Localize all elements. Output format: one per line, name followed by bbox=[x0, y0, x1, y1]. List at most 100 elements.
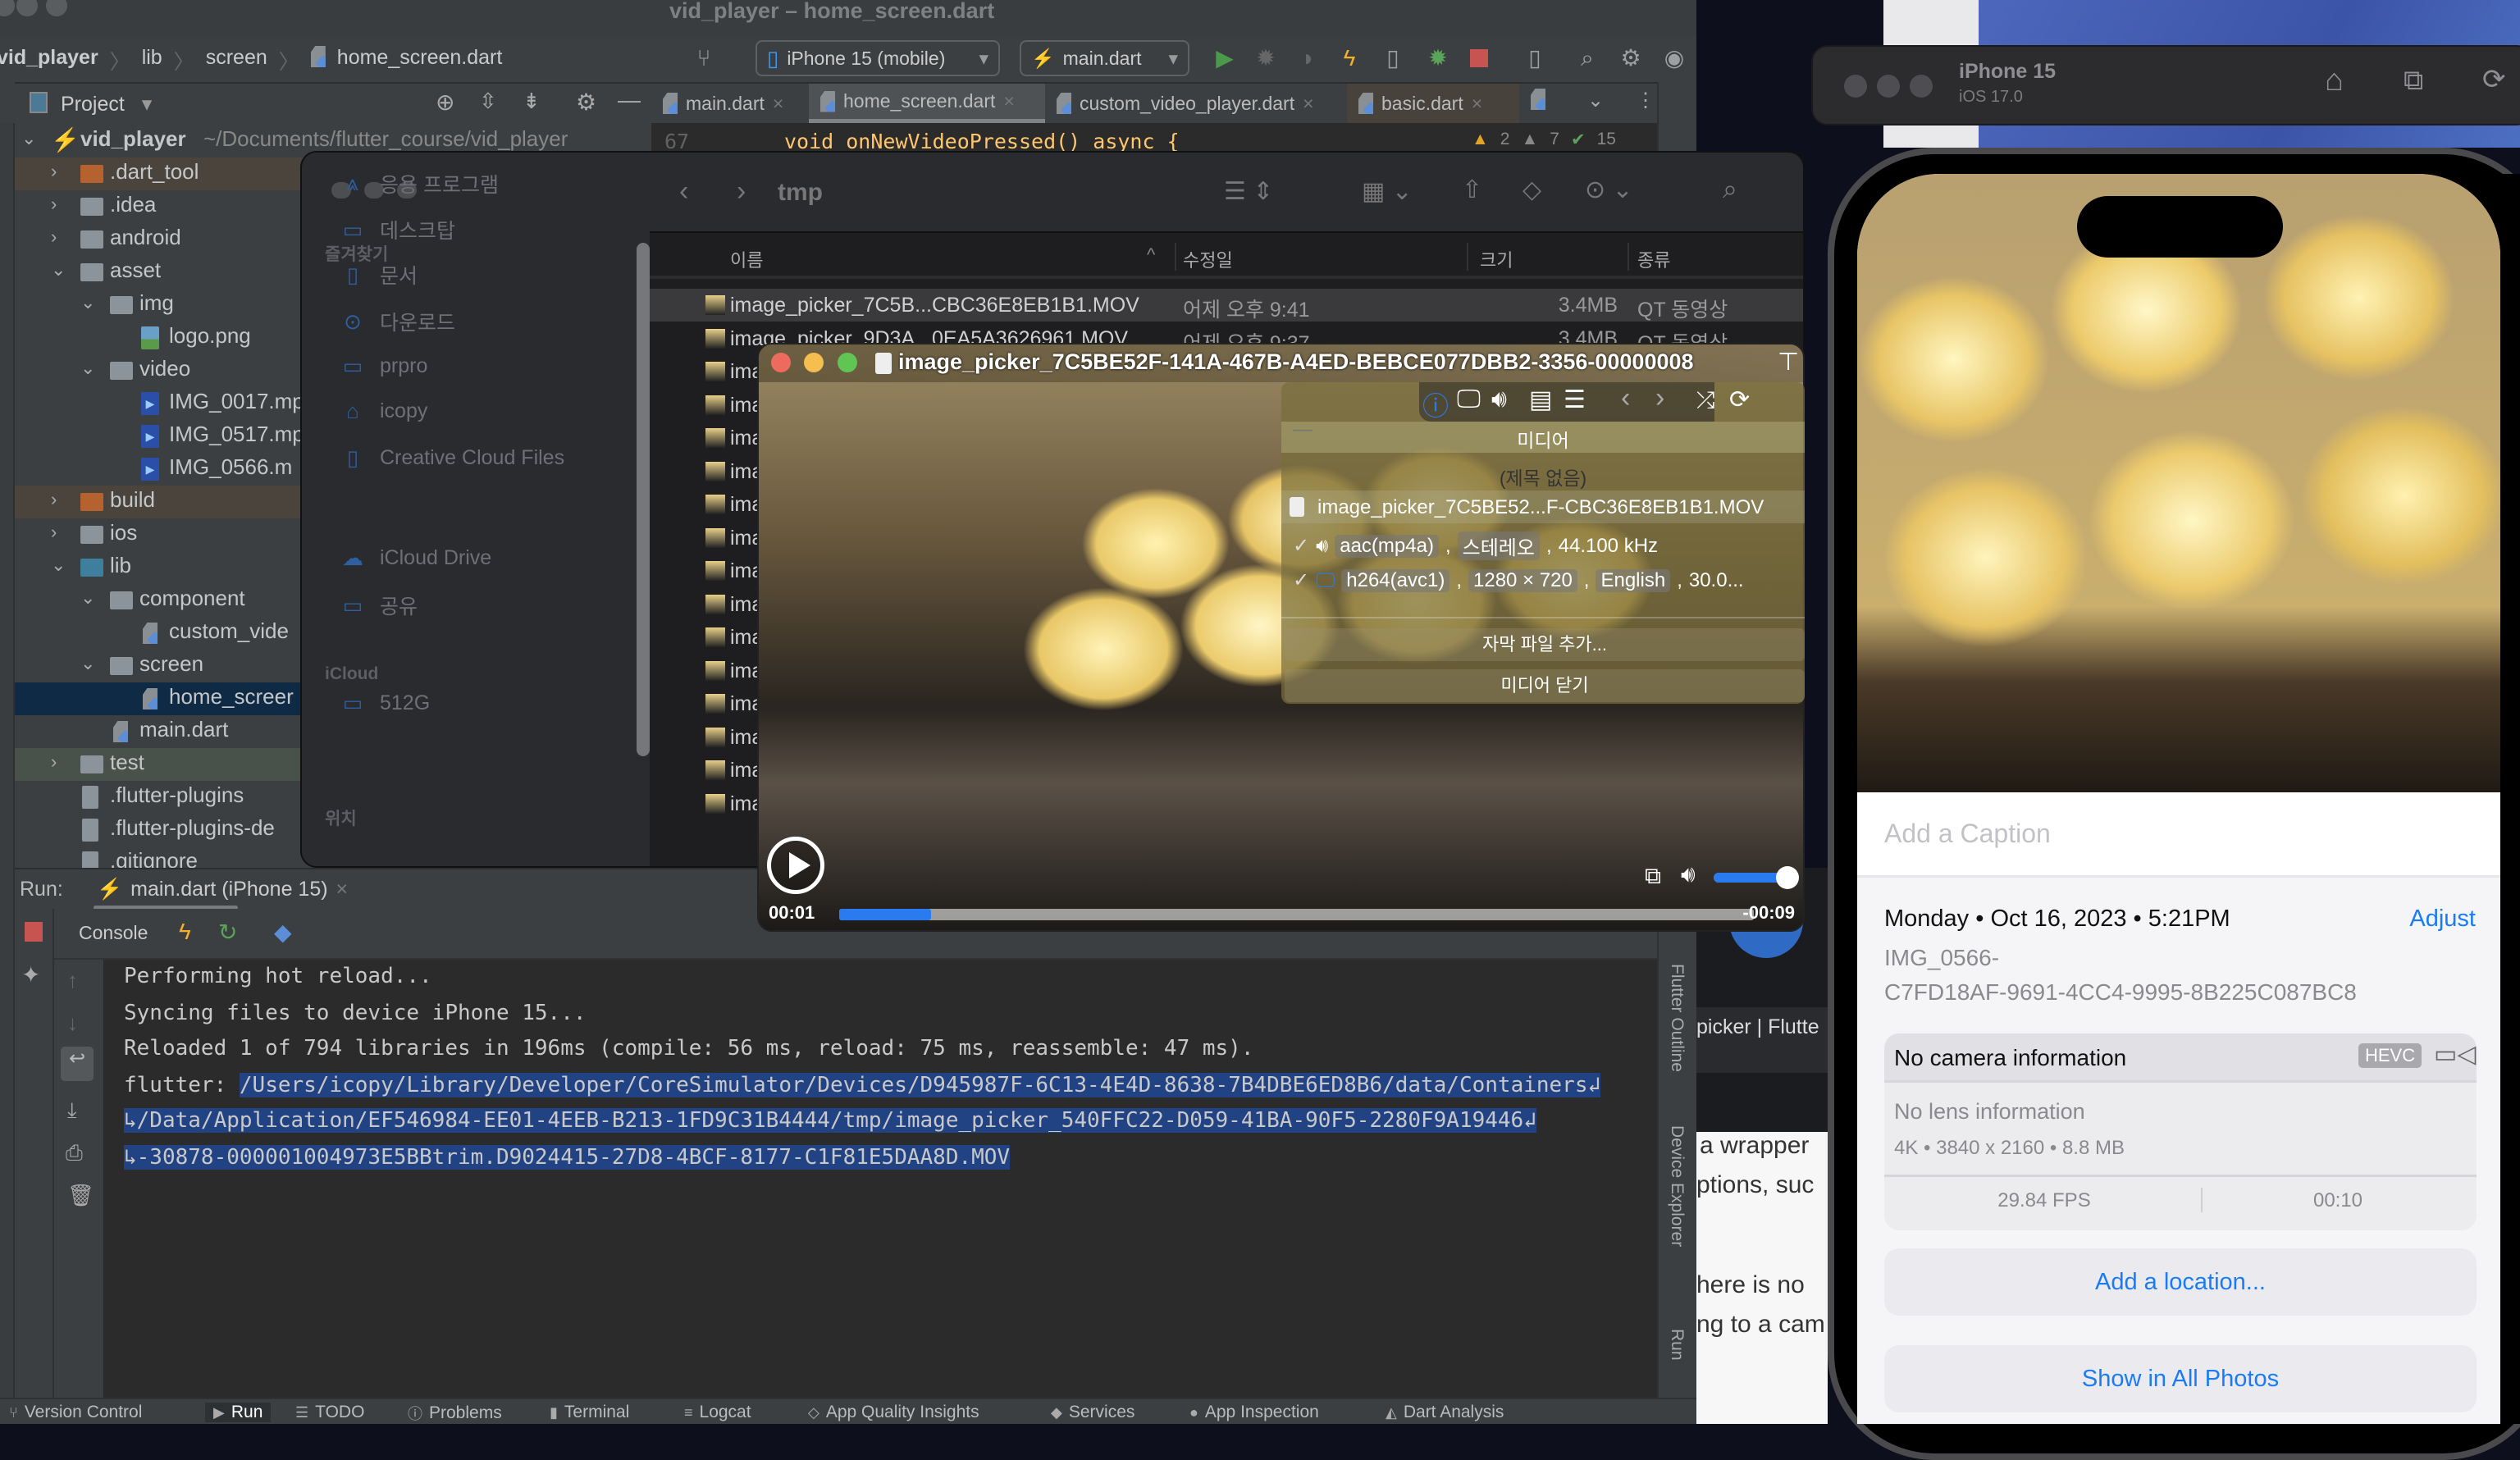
zoom-window-button[interactable] bbox=[1910, 75, 1933, 98]
console-line[interactable]: Performing hot reload... bbox=[124, 958, 432, 994]
list-view-icon[interactable]: ☰ ⇕ bbox=[1224, 177, 1273, 206]
browser-tab-title[interactable]: picker | Flutte bbox=[1696, 1015, 1819, 1039]
tool-window-todo[interactable]: ☰ TODO bbox=[295, 1403, 364, 1422]
next-icon[interactable]: › bbox=[1655, 382, 1664, 414]
device-selector[interactable]: ▯ iPhone 15 (mobile) ▾ bbox=[756, 40, 1000, 76]
console-line[interactable]: ↳-30878-000001004973E5BBtrim.D9024415-27… bbox=[124, 1139, 1011, 1175]
stop-icon[interactable] bbox=[1467, 46, 1491, 71]
scroll-to-end-icon[interactable]: ⤓ bbox=[67, 1097, 77, 1124]
console-line[interactable]: ↳/Data/Application/EF546984-EE01-4EEB-B2… bbox=[124, 1102, 1536, 1138]
tool-window-app-inspection[interactable]: ● App Inspection bbox=[1189, 1403, 1319, 1422]
console-line[interactable]: flutter: /Users/icopy/Library/Developer/… bbox=[124, 1067, 1601, 1103]
add-subtitle-button[interactable]: 자막 파일 추가... bbox=[1285, 628, 1805, 661]
volume-knob[interactable] bbox=[1776, 866, 1799, 889]
sidebar-item[interactable]: ▭ 데스크탑 bbox=[340, 215, 455, 244]
editor-tab[interactable]: custom_video_player.dart × bbox=[1045, 84, 1347, 123]
console-tab[interactable]: Console bbox=[79, 922, 148, 944]
file-row[interactable]: image_picker_7C5B...CBC36E8EB1B1.MOV 어제 오… bbox=[650, 289, 1803, 322]
minimize-window-button[interactable] bbox=[16, 0, 38, 16]
sidebar-item[interactable]: ☁ iCloud Drive bbox=[340, 545, 491, 571]
tool-window-terminal[interactable]: ▮ Terminal bbox=[550, 1403, 629, 1422]
sidebar-item[interactable]: ⌂ icopy bbox=[340, 399, 427, 424]
search-icon[interactable]: ⌕ bbox=[1575, 46, 1600, 71]
caption-field[interactable]: Add a Caption bbox=[1857, 792, 2500, 878]
console-line[interactable]: Syncing files to device iPhone 15... bbox=[124, 995, 587, 1031]
chevron-right-icon[interactable]: › bbox=[51, 194, 57, 215]
tool-window-problems[interactable]: ⓘ Problems bbox=[408, 1403, 502, 1424]
inspection-widget[interactable]: ▲ 2 ▲ 7 ✔ 15 bbox=[1472, 130, 1616, 150]
close-tab-icon[interactable]: × bbox=[1303, 93, 1313, 115]
search-icon[interactable]: ⌕ bbox=[1723, 174, 1737, 205]
minimize-window-button[interactable] bbox=[1877, 75, 1900, 98]
chevron-down-icon[interactable]: ⌄ bbox=[21, 128, 36, 149]
chevron-right-icon[interactable]: › bbox=[51, 489, 57, 510]
sidebar-item[interactable]: ▭ 512G bbox=[340, 691, 430, 716]
hot-reload-icon[interactable]: ϟ bbox=[179, 919, 191, 945]
account-icon[interactable]: ◉ bbox=[1662, 46, 1687, 71]
expand-all-icon[interactable]: ⇳ bbox=[479, 89, 497, 114]
back-icon[interactable]: ‹ bbox=[679, 176, 688, 208]
chevron-right-icon[interactable]: › bbox=[51, 226, 57, 248]
close-media-button[interactable]: 미디어 닫기 bbox=[1285, 669, 1805, 702]
subtitles-icon[interactable]: ▤ bbox=[1529, 386, 1552, 414]
locate-file-icon[interactable]: ⊕ bbox=[436, 89, 454, 116]
close-window-button[interactable] bbox=[771, 353, 791, 372]
hot-restart-icon[interactable]: ↻ bbox=[218, 919, 237, 946]
group-icon[interactable]: ▦ ⌄ bbox=[1362, 177, 1413, 206]
collapse-all-icon[interactable]: ⇟ bbox=[523, 89, 541, 114]
previous-icon[interactable]: ‹ bbox=[1621, 382, 1630, 414]
run-icon[interactable]: ▶ bbox=[1212, 46, 1237, 71]
editor-tab[interactable]: home_screen.dart × bbox=[809, 84, 1045, 123]
hide-panel-icon[interactable]: — bbox=[618, 87, 641, 113]
close-window-button[interactable] bbox=[1844, 75, 1867, 98]
audio-track-icon[interactable]: 🔊︎ bbox=[1491, 386, 1507, 413]
editor-tab[interactable]: basic.dart × bbox=[1347, 84, 1519, 123]
sidebar-scrollbar[interactable] bbox=[637, 243, 650, 756]
tool-window-app-quality-insights[interactable]: ◇ App Quality Insights bbox=[808, 1403, 979, 1422]
rotate-icon[interactable]: ⟳ bbox=[2482, 63, 2506, 96]
run-tool[interactable]: Run bbox=[1667, 1329, 1687, 1361]
pin-icon[interactable]: ✦ bbox=[21, 961, 40, 988]
sidebar-item[interactable]: ▯ 문서 bbox=[340, 260, 418, 290]
breadcrumb-file[interactable]: home_screen.dart bbox=[337, 46, 503, 75]
project-view-selector[interactable]: Project ▾ bbox=[61, 92, 152, 116]
column-modified[interactable]: 수정일 bbox=[1183, 246, 1233, 272]
more-actions-icon[interactable]: ⊙ ⌄ bbox=[1585, 176, 1633, 204]
sidebar-item[interactable]: ⊙ 다운로드 bbox=[340, 307, 455, 336]
column-name[interactable]: 이름 bbox=[730, 246, 763, 272]
zoom-window-button[interactable] bbox=[46, 0, 67, 16]
sidebar-item[interactable]: ▭ prpro bbox=[340, 354, 428, 379]
picture-in-picture-icon[interactable]: ⧉ bbox=[1645, 863, 1661, 890]
sidebar-item[interactable]: ⩓ 응용 프로그램 bbox=[340, 169, 499, 198]
run-tab[interactable]: ⚡ main.dart (iPhone 15) × bbox=[97, 878, 348, 901]
chevron-down-icon[interactable]: ⌄ bbox=[51, 554, 66, 576]
column-kind[interactable]: 종류 bbox=[1637, 246, 1670, 272]
more-options-icon[interactable]: ⋮ bbox=[1636, 89, 1655, 112]
close-icon[interactable]: × bbox=[336, 878, 349, 901]
chevron-down-icon[interactable]: ⌄ bbox=[80, 587, 95, 609]
git-branch-icon[interactable]: ⑂ bbox=[692, 46, 716, 71]
show-in-all-photos-button[interactable]: Show in All Photos bbox=[1884, 1345, 2477, 1412]
trash-icon[interactable]: 🗑 bbox=[67, 1183, 94, 1208]
home-icon[interactable]: ⌂ bbox=[2325, 63, 2344, 98]
dart-devtools-icon[interactable]: ◆ bbox=[274, 919, 292, 946]
screenshot-icon[interactable]: ⧉ bbox=[2404, 65, 2423, 97]
attach-debugger-icon[interactable]: ✹ bbox=[1426, 46, 1450, 71]
flutter-outline-tool[interactable]: Flutter Outline bbox=[1667, 964, 1687, 1072]
console-line[interactable]: Reloaded 1 of 794 libraries in 196ms (co… bbox=[124, 1030, 1254, 1066]
volume-slider[interactable] bbox=[1714, 866, 1799, 889]
scroll-down-icon[interactable]: ↓ bbox=[67, 1011, 78, 1036]
zoom-window-button[interactable] bbox=[838, 353, 857, 372]
tool-window-logcat[interactable]: ≡ Logcat bbox=[684, 1403, 751, 1422]
coverage-icon[interactable]: ◗ bbox=[1296, 46, 1321, 71]
chevron-down-icon[interactable]: ⌄ bbox=[80, 292, 95, 313]
hot-reload-icon[interactable]: ϟ bbox=[1337, 46, 1362, 71]
add-location-button[interactable]: Add a location... bbox=[1884, 1248, 2477, 1316]
chevron-down-icon[interactable]: ⌄ bbox=[80, 358, 95, 379]
seek-bar[interactable] bbox=[839, 909, 1754, 920]
stop-icon[interactable] bbox=[25, 922, 43, 942]
forward-icon[interactable]: › bbox=[737, 176, 746, 208]
breadcrumb-project[interactable]: vid_player bbox=[0, 46, 98, 75]
tool-window-version-control[interactable]: ⑂ Version Control bbox=[9, 1403, 142, 1422]
gear-icon[interactable]: ⚙ bbox=[1618, 46, 1643, 71]
